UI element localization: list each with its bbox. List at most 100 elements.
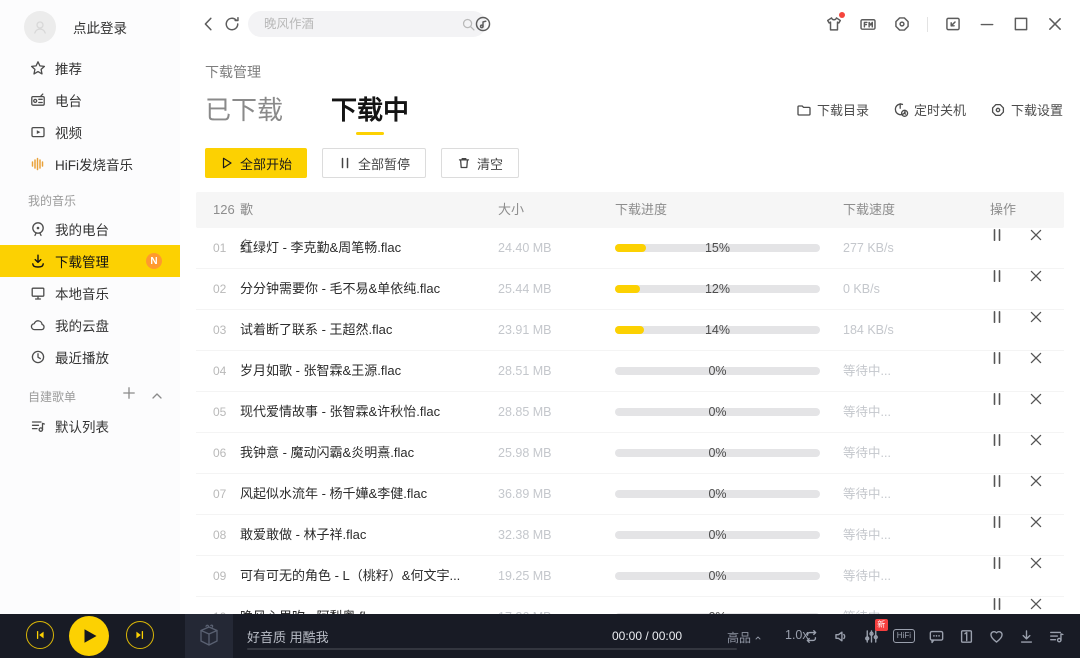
hifi-bars-icon [30, 156, 46, 172]
maximize-icon[interactable] [1012, 15, 1030, 33]
minimize-icon[interactable] [978, 15, 996, 33]
pause-all-button[interactable]: 全部暂停 [322, 148, 426, 178]
close-icon[interactable] [1046, 15, 1064, 33]
delete-row-icon[interactable] [1029, 228, 1043, 242]
sidebar-item-cloud-disk[interactable]: 我的云盘 [0, 309, 180, 341]
seek-bar[interactable] [247, 648, 737, 650]
my-radio-icon [30, 221, 46, 237]
quality-selector[interactable]: 高品 [727, 629, 762, 646]
volume-icon[interactable] [833, 628, 850, 645]
pause-row-icon[interactable] [990, 351, 1004, 365]
download-speed: 等待中... [843, 556, 891, 596]
login-button[interactable]: 点此登录 [24, 10, 127, 44]
download-settings-button[interactable]: 下载设置 [990, 100, 1063, 119]
delete-row-icon[interactable] [1029, 392, 1043, 406]
sidebar-item-label: 本地音乐 [55, 283, 109, 303]
start-all-button[interactable]: 全部开始 [205, 148, 307, 178]
gear-icon [990, 102, 1006, 118]
login-label: 点此登录 [73, 17, 127, 37]
delete-row-icon[interactable] [1029, 433, 1043, 447]
table-row[interactable]: 10 晚风心里吹 - 阿梨粤.flac 17.26 MB 0% 等待中... [196, 597, 1064, 614]
table-row[interactable]: 03 试着断了联系 - 王超然.flac 23.91 MB 14% 184 KB… [196, 310, 1064, 351]
next-track-button[interactable] [126, 621, 154, 649]
play-queue-icon[interactable] [1048, 628, 1065, 645]
table-row[interactable]: 06 我钟意 - 魔动闪霸&炎明熹.flac 25.98 MB 0% 等待中..… [196, 433, 1064, 474]
pause-row-icon[interactable] [990, 556, 1004, 570]
back-icon[interactable] [200, 15, 218, 33]
pause-row-icon[interactable] [990, 597, 1004, 611]
notification-dot [839, 12, 845, 18]
pause-row-icon[interactable] [990, 392, 1004, 406]
table-row[interactable]: 01 红绿灯 - 李克勤&周笔畅.flac 24.40 MB 15% 277 K… [196, 228, 1064, 269]
download-song-icon[interactable] [1018, 628, 1035, 645]
play-button[interactable] [69, 616, 109, 656]
progress-label: 0% [615, 556, 820, 596]
pause-row-icon[interactable] [990, 269, 1004, 283]
folder-icon [796, 102, 812, 118]
song-name: 可有可无的角色 - L（桃籽）&何文宇... [240, 556, 460, 596]
download-folder-button[interactable]: 下载目录 [796, 100, 869, 119]
song-recognition-icon[interactable] [474, 15, 492, 33]
file-size: 23.91 MB [498, 310, 552, 350]
play-history-icon[interactable] [958, 628, 975, 645]
download-table: 126 歌名 大小 下载进度 下载速度 操作 01 红绿灯 - 李克勤&周笔畅.… [196, 192, 1064, 614]
sidebar-item-my-radio[interactable]: 我的电台 [0, 213, 180, 245]
sidebar-item-default-playlist[interactable]: 默认列表 [0, 410, 180, 442]
divider [927, 17, 928, 32]
clear-all-button[interactable]: 清空 [441, 148, 519, 178]
add-playlist-icon[interactable] [121, 385, 137, 401]
hifi-quality-icon[interactable]: HiFi [893, 629, 915, 643]
sidebar-item-hifi[interactable]: HiFi发烧音乐 [0, 148, 180, 180]
table-row[interactable]: 04 岁月如歌 - 张智霖&王源.flac 28.51 MB 0% 等待中... [196, 351, 1064, 392]
play-mode-icon[interactable] [803, 628, 820, 645]
table-row[interactable]: 08 敢爱敢做 - 林子祥.flac 32.38 MB 0% 等待中... [196, 515, 1064, 556]
skin-theme-icon[interactable] [825, 15, 843, 33]
tab-downloaded[interactable]: 已下载 [205, 90, 283, 135]
header-name[interactable]: 歌名 [240, 192, 249, 228]
collapse-playlists-icon[interactable] [149, 388, 165, 404]
sidebar-item-recent-play[interactable]: 最近播放 [0, 341, 180, 373]
avatar[interactable] [24, 11, 56, 43]
desktop-lyrics-icon[interactable] [928, 628, 945, 645]
pause-row-icon[interactable] [990, 433, 1004, 447]
scheduled-shutdown-button[interactable]: 定时关机 [893, 100, 966, 119]
delete-row-icon[interactable] [1029, 310, 1043, 324]
album-art[interactable] [185, 614, 233, 658]
sidebar-item-local-music[interactable]: 本地音乐 [0, 277, 180, 309]
search-input[interactable] [262, 16, 461, 32]
sidebar-item-recommend[interactable]: 推荐 [0, 52, 180, 84]
fm-icon[interactable] [859, 15, 877, 33]
refresh-icon[interactable] [223, 15, 241, 33]
tab-downloading[interactable]: 下载中 [331, 90, 409, 135]
delete-row-icon[interactable] [1029, 556, 1043, 570]
table-header: 126 歌名 大小 下载进度 下载速度 操作 [196, 192, 1064, 228]
pause-row-icon[interactable] [990, 515, 1004, 529]
delete-row-icon[interactable] [1029, 351, 1043, 365]
current-song-title[interactable]: 好音质 用酷我 [247, 627, 329, 646]
section-my-music: 我的音乐 [28, 192, 76, 209]
sidebar-item-video[interactable]: 视频 [0, 116, 180, 148]
delete-row-icon[interactable] [1029, 474, 1043, 488]
download-speed: 277 KB/s [843, 228, 894, 268]
settings-gear-icon[interactable] [893, 15, 911, 33]
delete-row-icon[interactable] [1029, 515, 1043, 529]
player-bar: 好音质 用酷我 00:00 / 00:00 高品 1.0x 新 HiFi [0, 614, 1080, 658]
mini-mode-icon[interactable] [944, 15, 962, 33]
sound-effects-icon[interactable]: 新 [863, 628, 880, 645]
pause-row-icon[interactable] [990, 310, 1004, 324]
favorite-heart-icon[interactable] [988, 628, 1005, 645]
file-size: 28.51 MB [498, 351, 552, 391]
delete-row-icon[interactable] [1029, 269, 1043, 283]
table-row[interactable]: 05 现代爱情故事 - 张智霖&许秋怡.flac 28.85 MB 0% 等待中… [196, 392, 1064, 433]
table-row[interactable]: 07 风起似水流年 - 杨千嬅&李健.flac 36.89 MB 0% 等待中.… [196, 474, 1064, 515]
progress-label: 0% [615, 515, 820, 555]
delete-row-icon[interactable] [1029, 597, 1043, 611]
previous-track-button[interactable] [26, 621, 54, 649]
table-row[interactable]: 02 分分钟需要你 - 毛不易&单依纯.flac 25.44 MB 12% 0 … [196, 269, 1064, 310]
pause-row-icon[interactable] [990, 228, 1004, 242]
chevron-up-icon [754, 634, 762, 642]
table-row[interactable]: 09 可有可无的角色 - L（桃籽）&何文宇... 19.25 MB 0% 等待… [196, 556, 1064, 597]
pause-row-icon[interactable] [990, 474, 1004, 488]
sidebar-item-radio[interactable]: 电台 [0, 84, 180, 116]
sidebar-item-download-manager[interactable]: 下载管理 N [0, 245, 180, 277]
